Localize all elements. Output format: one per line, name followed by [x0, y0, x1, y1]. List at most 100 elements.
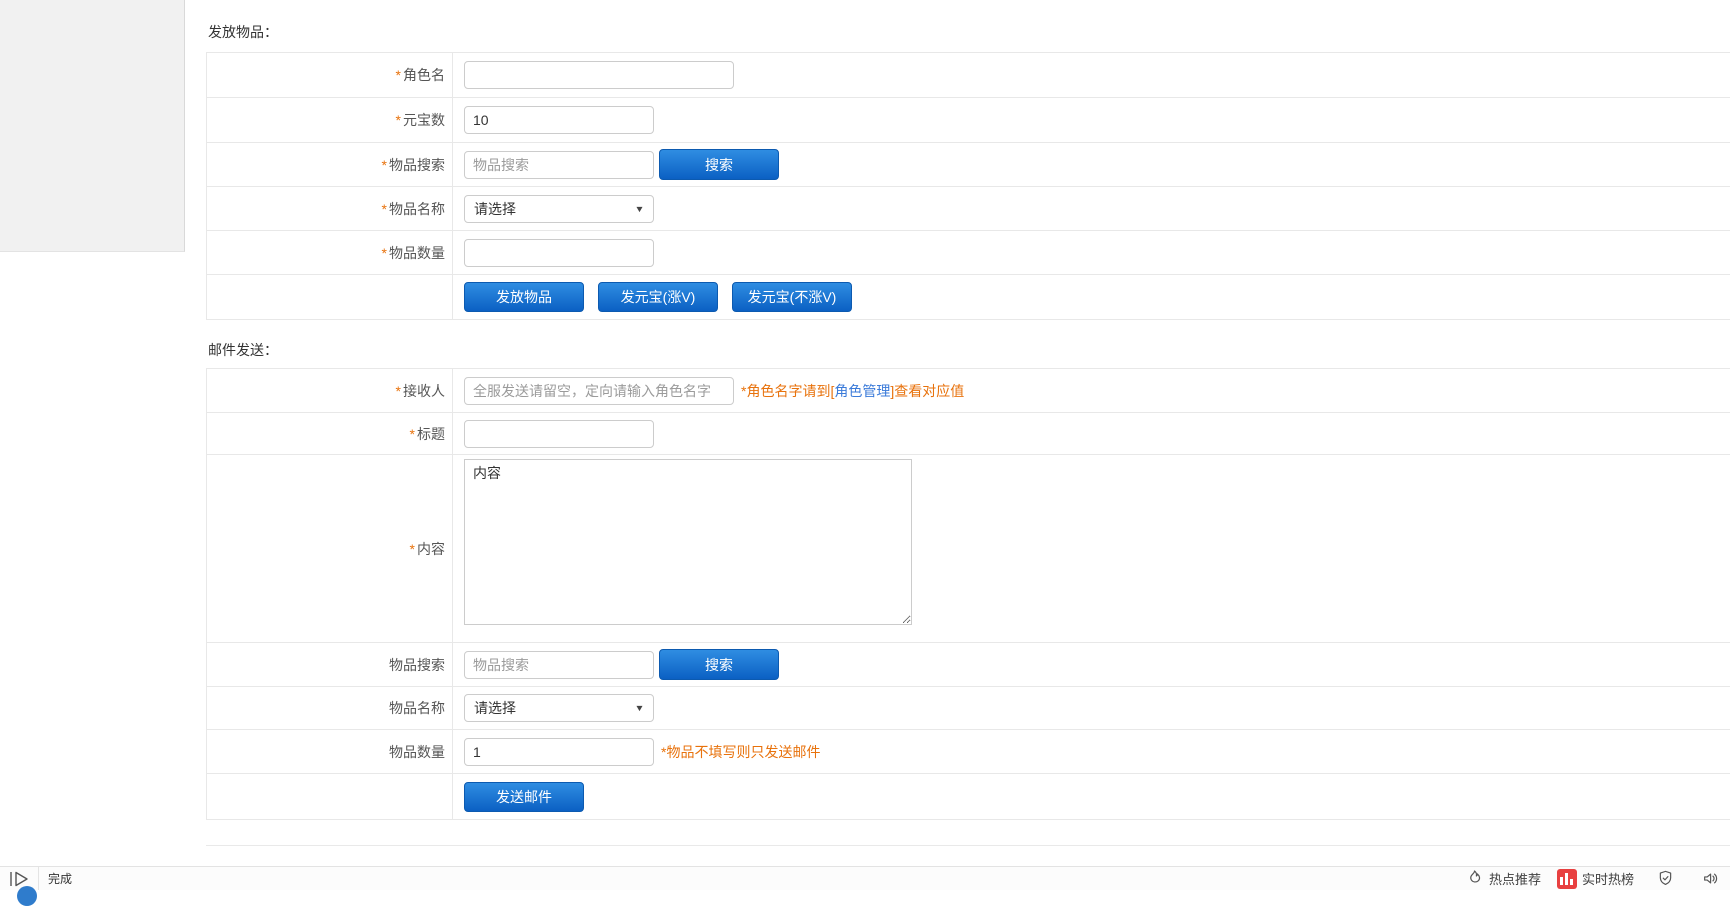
left-sidebar	[0, 0, 185, 252]
flame-icon[interactable]	[1465, 869, 1484, 888]
chevron-down-icon: ▼	[634, 204, 644, 214]
required-asterisk: *	[410, 541, 415, 557]
chevron-down-icon: ▼	[634, 703, 644, 713]
mail-item-quantity-input[interactable]	[464, 738, 654, 766]
table-row: 物品名称 请选择 ▼	[207, 687, 1730, 730]
shield-check-icon[interactable]	[1656, 869, 1675, 888]
item-search-button[interactable]: 搜索	[659, 149, 779, 180]
field-label-cell	[207, 275, 453, 319]
mail-item-search-input[interactable]	[464, 651, 654, 679]
status-play-icon	[8, 871, 32, 887]
mail-item-search-button[interactable]: 搜索	[659, 649, 779, 680]
yuanbao-count-input[interactable]	[464, 106, 654, 134]
mail-item-quantity-note: *物品不填写则只发送邮件	[661, 742, 820, 762]
field-value-cell: 发放物品 发元宝(涨V) 发元宝(不涨V)	[453, 275, 1730, 319]
field-value-cell: *物品不填写则只发送邮件	[453, 730, 1730, 773]
recipient-note-suffix: ]查看对应值	[890, 383, 964, 399]
status-blue-circle	[17, 886, 37, 906]
issue-items-button[interactable]: 发放物品	[464, 282, 584, 312]
required-asterisk: *	[382, 157, 387, 173]
status-bar-separator	[38, 867, 39, 890]
role-name-input[interactable]	[464, 61, 734, 89]
mail-item-quantity-label: 物品数量	[389, 742, 445, 762]
field-label-cell: * 物品搜索	[207, 143, 453, 186]
table-row: * 物品名称 请选择 ▼	[207, 187, 1730, 231]
status-bar-right: 热点推荐 实时热榜	[1465, 867, 1721, 890]
field-label-cell	[207, 774, 453, 819]
mail-item-name-label: 物品名称	[389, 698, 445, 718]
recipient-label: 接收人	[403, 381, 445, 401]
field-label-cell: 物品名称	[207, 687, 453, 729]
table-row: * 物品搜索 搜索	[207, 143, 1730, 187]
required-asterisk: *	[396, 112, 401, 128]
field-label-cell: * 标题	[207, 413, 453, 454]
yuanbao-count-label: 元宝数	[403, 110, 445, 130]
field-value-cell: 搜索	[453, 143, 1730, 186]
content-textarea[interactable]: 内容	[464, 459, 912, 625]
field-label-cell: * 内容	[207, 455, 453, 642]
mail-section-title: 邮件发送：	[208, 340, 278, 360]
table-row: 物品搜索 搜索	[207, 643, 1730, 687]
field-label-cell: * 角色名	[207, 53, 453, 97]
bar	[1570, 879, 1573, 885]
field-value-cell	[453, 231, 1730, 274]
subject-input[interactable]	[464, 420, 654, 448]
mail-item-name-selected-value: 请选择	[474, 698, 516, 718]
bar	[1565, 873, 1568, 885]
table-row: * 接收人 *角色名字请到[角色管理]查看对应值	[207, 369, 1730, 413]
subject-label: 标题	[417, 424, 445, 444]
speaker-icon[interactable]	[1701, 869, 1721, 888]
table-row: * 元宝数	[207, 98, 1730, 143]
recipient-input[interactable]	[464, 377, 734, 405]
required-asterisk: *	[396, 383, 401, 399]
field-label-cell: 物品数量	[207, 730, 453, 773]
field-label-cell: * 元宝数	[207, 98, 453, 142]
table-row: 物品数量 *物品不填写则只发送邮件	[207, 730, 1730, 774]
field-label-cell: * 物品数量	[207, 231, 453, 274]
send-yuanbao-up-button[interactable]: 发元宝(涨V)	[598, 282, 718, 312]
field-value-cell: 请选择 ▼	[453, 187, 1730, 230]
table-row: * 内容 内容	[207, 455, 1730, 643]
table-row: * 标题	[207, 413, 1730, 455]
field-value-cell	[453, 98, 1730, 142]
item-quantity-input[interactable]	[464, 239, 654, 267]
field-value-cell: 内容	[453, 455, 1730, 642]
issue-items-table: * 角色名 * 元宝数 * 物品搜索 搜索 * 物品名称	[206, 52, 1730, 320]
send-yuanbao-noup-button[interactable]: 发元宝(不涨V)	[732, 282, 852, 312]
field-label-cell: * 接收人	[207, 369, 453, 412]
required-asterisk: *	[410, 426, 415, 442]
role-name-label: 角色名	[403, 65, 445, 85]
issue-section-title: 发放物品：	[208, 22, 278, 42]
status-bar: 完成 热点推荐 实时热榜	[0, 866, 1730, 890]
role-management-link[interactable]: 角色管理	[834, 383, 890, 399]
field-value-cell	[453, 413, 1730, 454]
bar	[1560, 877, 1563, 885]
table-row: 发送邮件	[207, 774, 1730, 820]
table-row: * 角色名	[207, 53, 1730, 98]
field-value-cell: 发送邮件	[453, 774, 1730, 819]
content-label: 内容	[417, 539, 445, 559]
item-search-label: 物品搜索	[389, 155, 445, 175]
field-value-cell: 搜索	[453, 643, 1730, 686]
mail-item-name-select[interactable]: 请选择 ▼	[464, 694, 654, 722]
item-name-select[interactable]: 请选择 ▼	[464, 195, 654, 223]
mail-item-search-label: 物品搜索	[389, 655, 445, 675]
table-row: * 物品数量	[207, 231, 1730, 275]
recipient-note: *角色名字请到[角色管理]查看对应值	[741, 381, 964, 401]
field-value-cell: *角色名字请到[角色管理]查看对应值	[453, 369, 1730, 412]
item-quantity-label: 物品数量	[389, 243, 445, 263]
content-bottom-divider	[206, 845, 1730, 846]
mail-send-table: * 接收人 *角色名字请到[角色管理]查看对应值 * 标题 * 内容 内容 物品…	[206, 368, 1730, 820]
field-value-cell	[453, 53, 1730, 97]
required-asterisk: *	[382, 201, 387, 217]
required-asterisk: *	[396, 67, 401, 83]
item-name-label: 物品名称	[389, 199, 445, 219]
required-asterisk: *	[382, 245, 387, 261]
send-mail-button[interactable]: 发送邮件	[464, 782, 584, 812]
item-name-selected-value: 请选择	[474, 199, 516, 219]
hot-recommend-label[interactable]: 热点推荐	[1489, 869, 1541, 888]
recipient-note-prefix: *角色名字请到[	[741, 383, 834, 399]
realtime-hot-label[interactable]: 实时热榜	[1582, 869, 1634, 888]
item-search-input[interactable]	[464, 151, 654, 179]
realtime-hot-icon[interactable]	[1557, 869, 1577, 889]
